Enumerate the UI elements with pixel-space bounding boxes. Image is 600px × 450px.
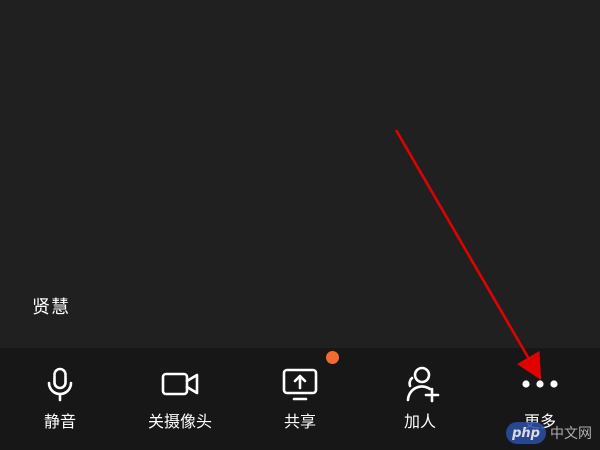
add-person-label: 加人	[403, 412, 436, 431]
mute-button[interactable]: 静音	[0, 348, 120, 450]
more-dots-icon	[520, 364, 560, 404]
meeting-screen: 贤慧 静音 关摄像头 共享 加人 更多 php 中文网	[0, 0, 600, 450]
watermark-logo: php	[506, 422, 546, 444]
share-button[interactable]: 共享	[240, 348, 360, 450]
share-notification-badge	[326, 351, 339, 364]
share-label: 共享	[283, 412, 316, 431]
video-camera-icon	[160, 364, 200, 404]
add-person-button[interactable]: 加人	[360, 348, 480, 450]
watermark-text: 中文网	[550, 426, 592, 442]
mute-label: 静音	[43, 412, 76, 431]
microphone-icon	[40, 364, 80, 404]
add-person-icon	[400, 364, 440, 404]
watermark: php 中文网	[506, 422, 592, 444]
screen-share-icon	[280, 364, 320, 404]
participant-name: 贤慧	[32, 297, 70, 318]
camera-label: 关摄像头	[147, 412, 212, 431]
camera-off-button[interactable]: 关摄像头	[120, 348, 240, 450]
